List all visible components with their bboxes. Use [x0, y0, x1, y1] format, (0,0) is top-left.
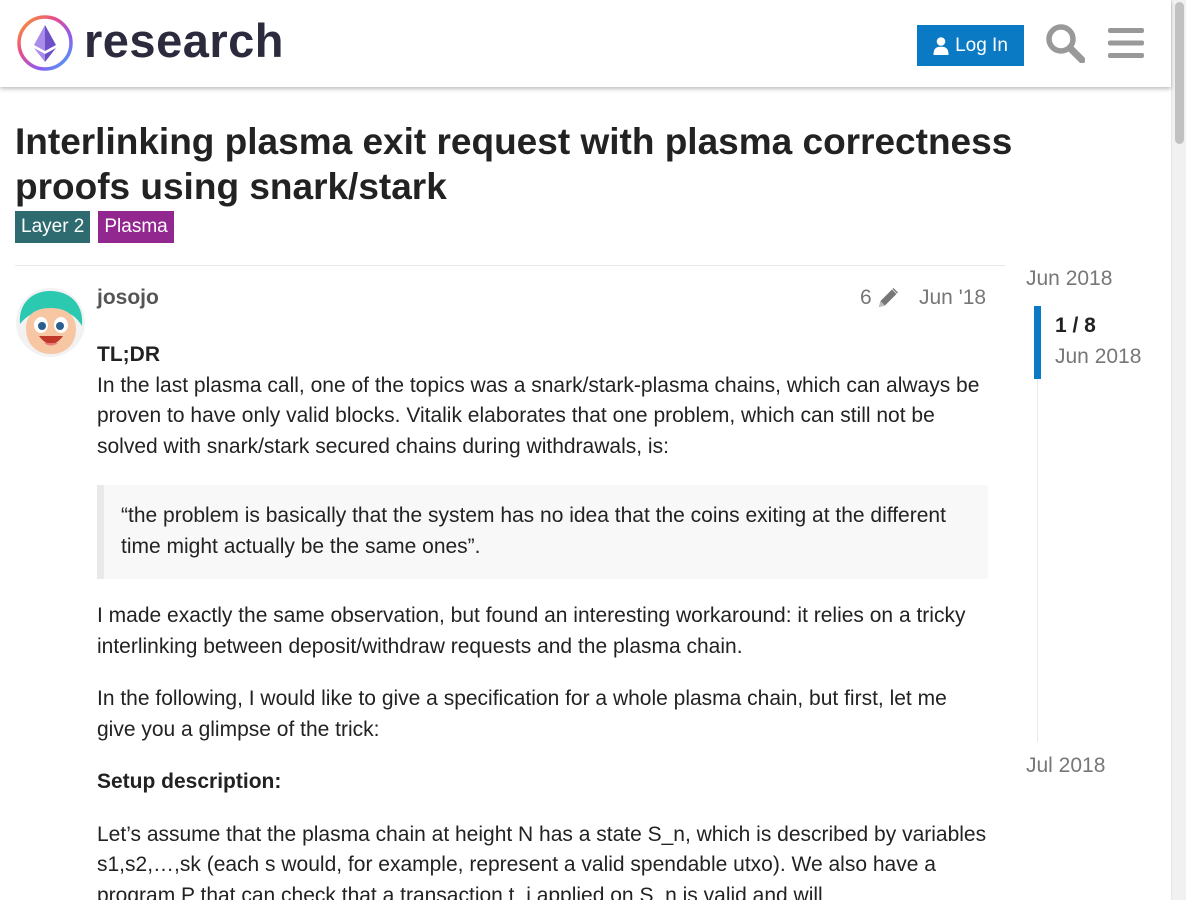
tldr-heading: TL;DR: [97, 343, 160, 366]
search-icon[interactable]: [1045, 23, 1085, 63]
avatar[interactable]: [16, 288, 85, 357]
timeline-position: 1 / 8: [1055, 314, 1096, 337]
login-button[interactable]: Log In: [917, 25, 1024, 66]
hamburger-menu-icon[interactable]: [1108, 27, 1144, 59]
post-paragraph: Let’s assume that the plasma chain at he…: [97, 822, 987, 900]
post-paragraph: In the last plasma call, one of the topi…: [97, 373, 980, 458]
post-username[interactable]: josojo: [97, 286, 159, 310]
topic-divider: [15, 265, 1005, 266]
tag-plasma[interactable]: Plasma: [98, 211, 174, 243]
logo-text: research: [84, 13, 284, 67]
login-label: Log In: [955, 34, 1008, 56]
setup-heading: Setup description:: [97, 770, 282, 793]
edit-history-button[interactable]: 6: [860, 286, 900, 310]
scrollbar-thumb[interactable]: [1175, 2, 1184, 144]
site-logo[interactable]: research: [16, 14, 284, 72]
user-avatar-icon: [16, 288, 85, 357]
post-paragraph: I made exactly the same observation, but…: [97, 604, 966, 658]
post-paragraph: In the following, I would like to give a…: [97, 687, 947, 741]
edit-count: 6: [860, 286, 872, 309]
site-header: research Log In: [0, 0, 1171, 87]
post-date[interactable]: Jun '18: [919, 286, 986, 310]
timeline-position-date: Jun 2018: [1055, 345, 1142, 368]
timeline-end-date[interactable]: Jul 2018: [1026, 754, 1105, 778]
post-body: TL;DR In the last plasma call, one of th…: [97, 340, 988, 900]
tag-layer-2[interactable]: Layer 2: [15, 211, 91, 243]
topic-tags: Layer 2 Plasma: [15, 211, 174, 243]
post-quote: “the problem is basically that the syste…: [97, 485, 988, 579]
pencil-icon: [878, 288, 898, 307]
timeline-start-date[interactable]: Jun 2018: [1026, 267, 1112, 291]
topic-title[interactable]: Interlinking plasma exit request with pl…: [15, 119, 1095, 209]
timeline-scroller-handle[interactable]: [1034, 306, 1041, 379]
ethereum-logo-icon: [17, 15, 73, 71]
user-icon: [933, 36, 949, 55]
page-scrollbar[interactable]: [1171, 0, 1186, 900]
